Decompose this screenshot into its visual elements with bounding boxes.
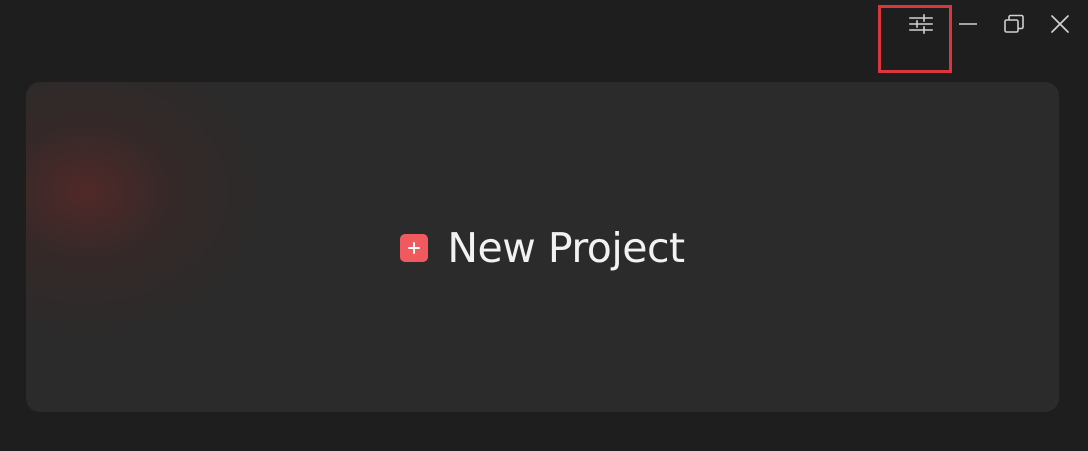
maximize-button[interactable]: [992, 6, 1036, 46]
new-project-card[interactable]: New Project: [26, 82, 1059, 412]
minimize-icon: [958, 14, 978, 39]
close-button[interactable]: [1038, 6, 1082, 46]
sliders-icon: [909, 13, 933, 39]
plus-icon: [400, 234, 429, 262]
close-icon: [1049, 13, 1071, 40]
new-project-content: New Project: [400, 223, 685, 272]
settings-button[interactable]: [898, 6, 944, 46]
app-window: New Project: [0, 0, 1088, 451]
new-project-label: New Project: [447, 223, 685, 272]
minimize-button[interactable]: [946, 6, 990, 46]
restore-icon: [1003, 13, 1025, 40]
